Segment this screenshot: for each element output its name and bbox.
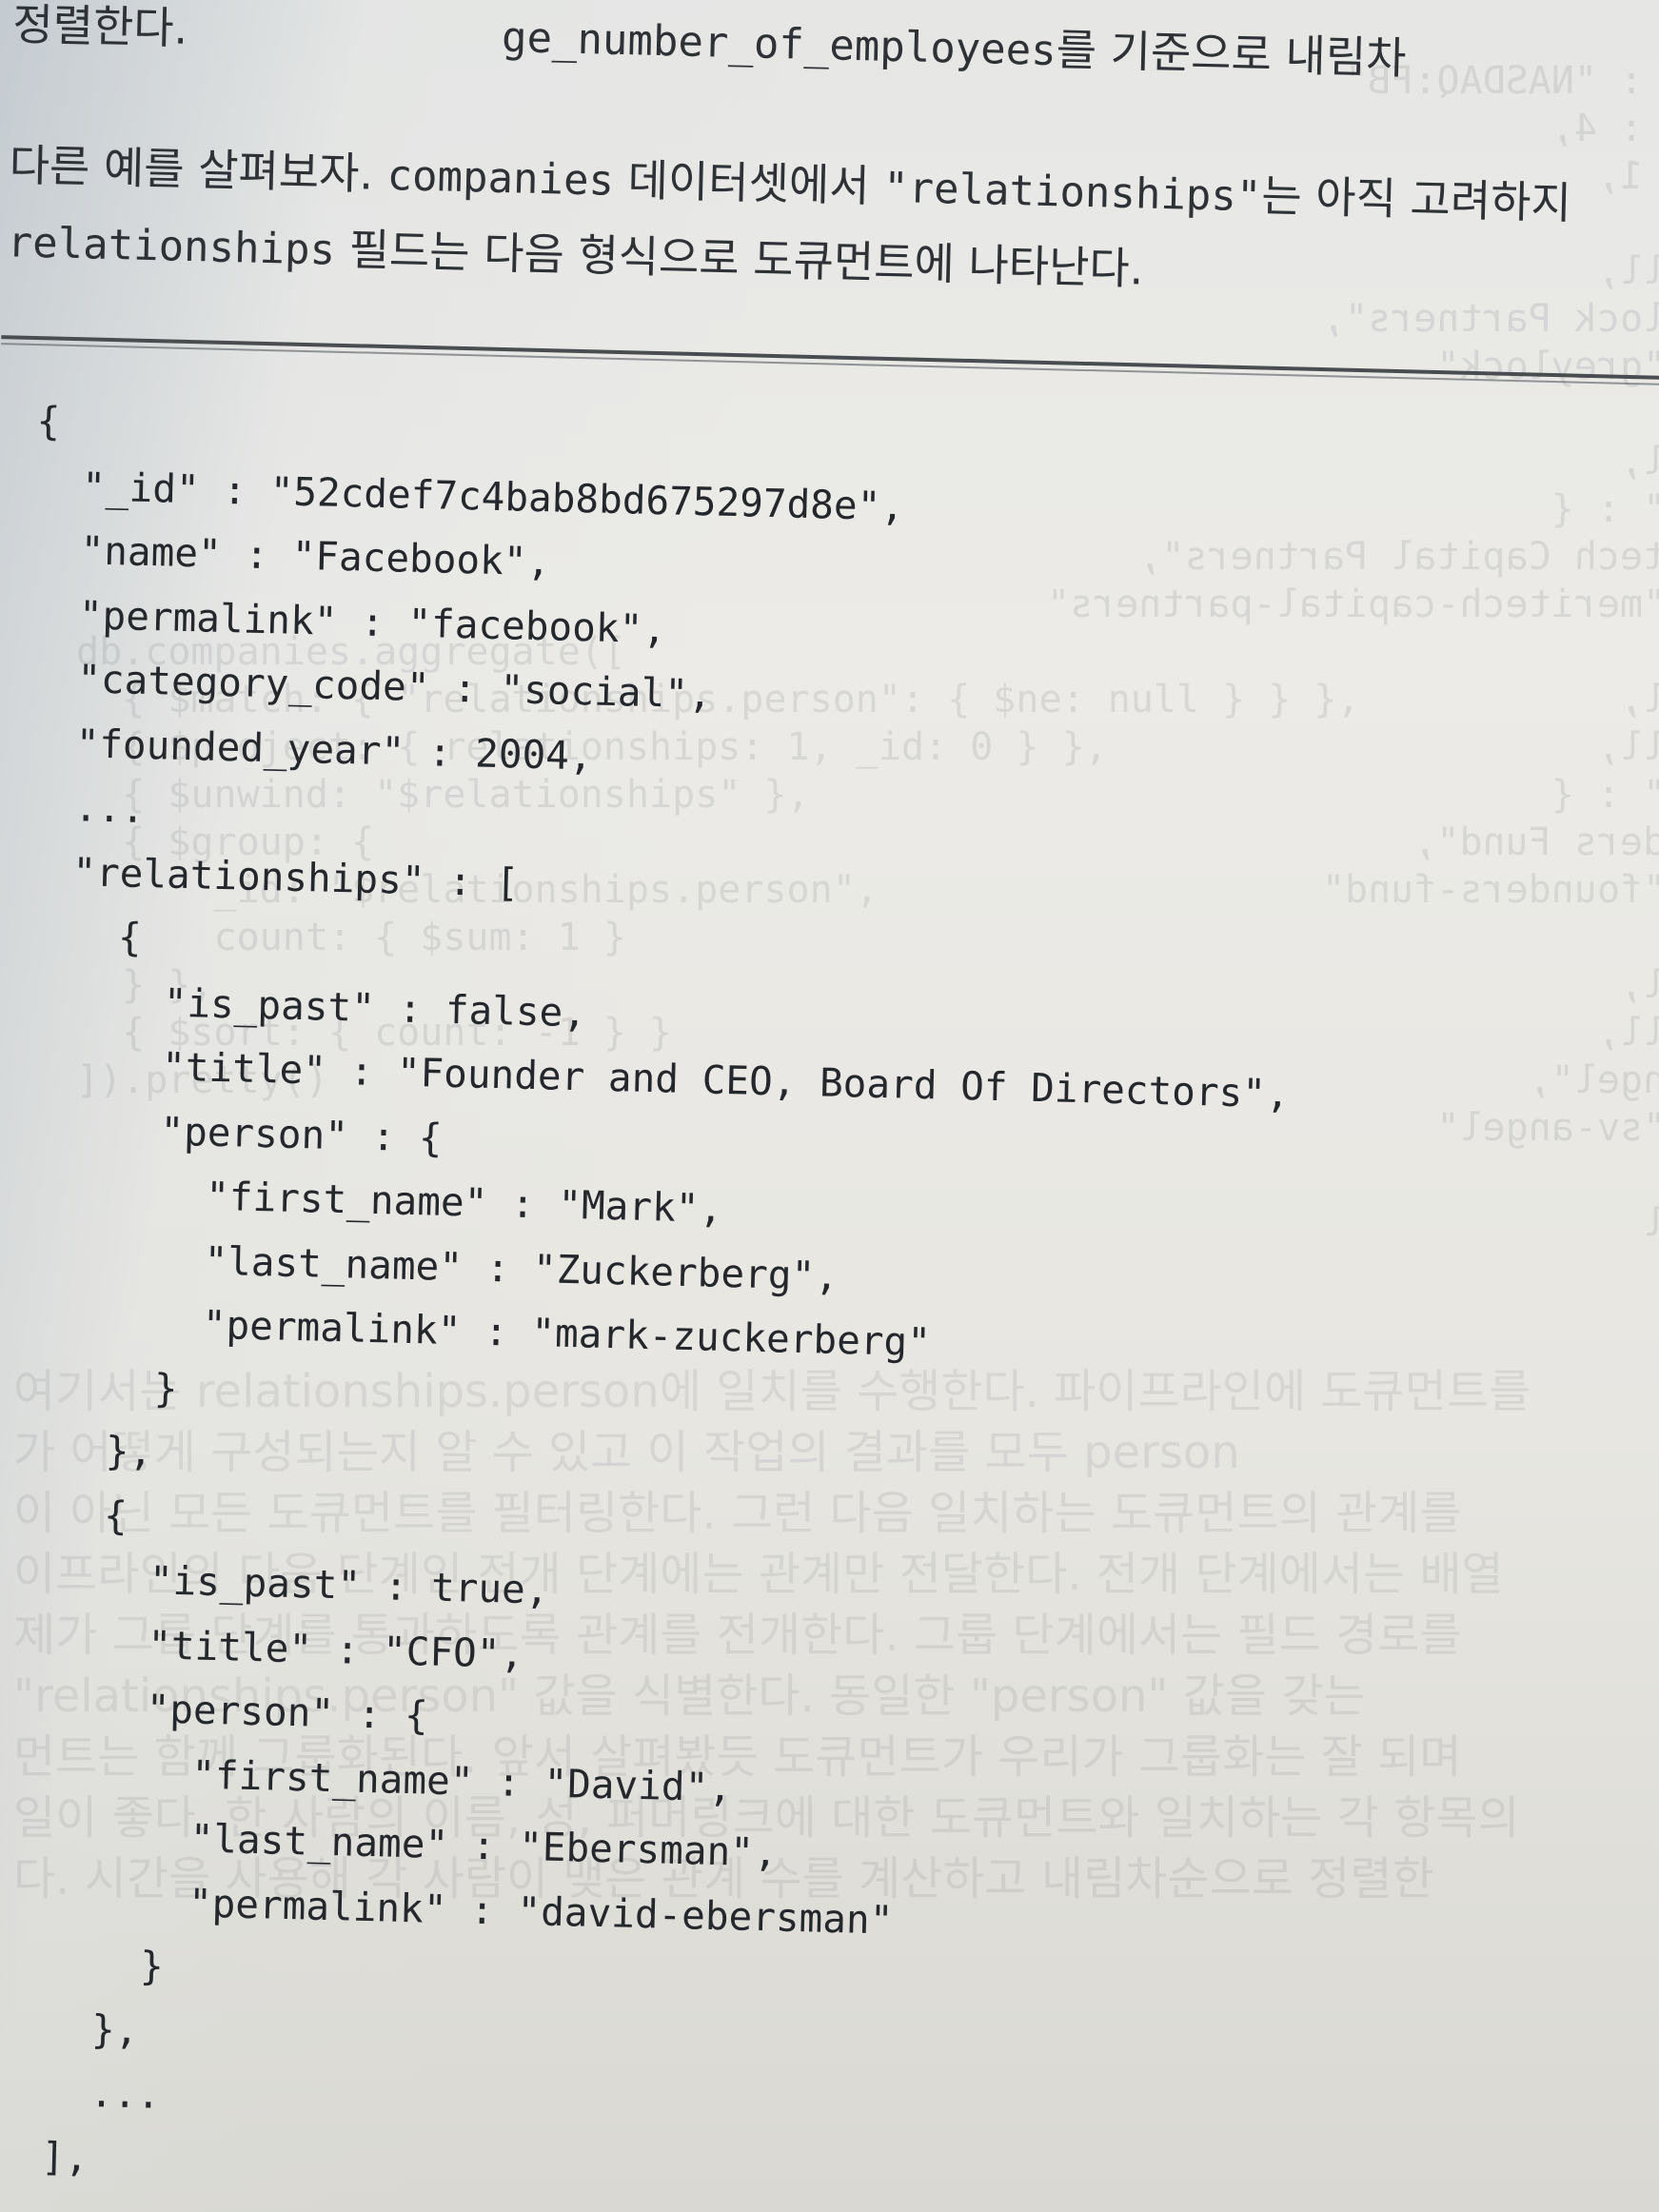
prose-line-1: 정렬한다. ge_number_of_employees를 기준으로 내림차 — [11, 0, 1408, 85]
code-block: { "_id" : "52cdef7c4bab8bd675297d8e", "n… — [0, 388, 1306, 2212]
printed-content: 정렬한다. ge_number_of_employees를 기준으로 내림차 다른… — [0, 0, 1659, 2180]
prose-line-2-start: 다른 예를 살펴보자. — [9, 139, 374, 200]
prose-line-3-code: relationships — [7, 218, 336, 275]
prose-line-3-end: 필드는 다음 형식으로 도큐먼트에 나타난다. — [348, 224, 1144, 295]
prose-line-1-start: 정렬한다. — [11, 0, 188, 54]
prose-line-1-code: ge_number_of_employees — [501, 12, 1057, 76]
book-page: "stock_symbol" : "NASDAQ:FB" "funded_mon… — [0, 0, 1659, 2212]
prose-line-2-code-relationships: "relationships" — [882, 163, 1262, 222]
prose-line-2-dataset: 데이터셋에서 — [627, 154, 871, 212]
prose-line-2-end: 는 아직 고려하지 — [1260, 169, 1572, 229]
prose-line-3: relationships 필드는 다음 형식으로 도큐먼트에 나타난다. — [7, 218, 1144, 295]
prose-line-1-end: 를 기준으로 내림차 — [1056, 24, 1408, 85]
prose-line-2-code-companies: companies — [386, 150, 615, 206]
